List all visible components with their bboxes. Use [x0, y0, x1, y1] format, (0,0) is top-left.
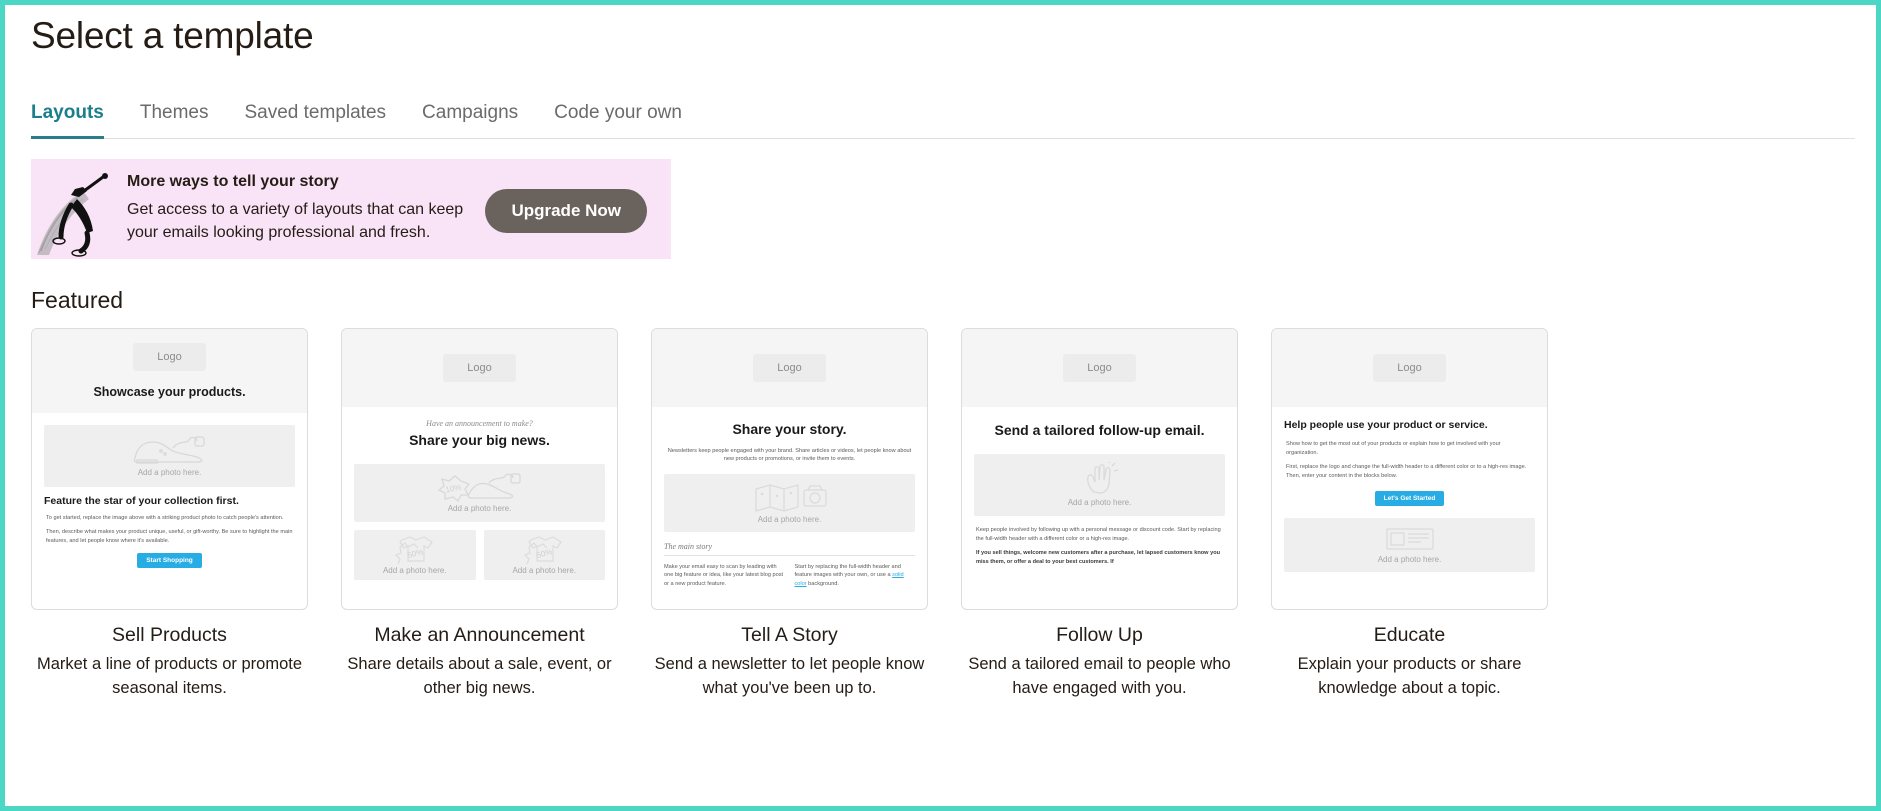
logo-placeholder: Logo — [1063, 354, 1136, 382]
page-title: Select a template — [31, 15, 314, 56]
photo-placeholder-2[interactable]: 50% Add a photo here. — [354, 529, 476, 580]
card-label: Make an Announcement — [374, 624, 585, 646]
preview-paragraph-1: Newsletters keep people engaged with you… — [667, 447, 912, 463]
shirt-50-percent-icon: 50% — [394, 536, 433, 564]
photo-caption: Add a photo here. — [137, 468, 202, 478]
upgrade-promo-banner: More ways to tell your story Get access … — [31, 159, 671, 259]
preview-body: Add a photo here. Feature the star of yo… — [32, 413, 307, 568]
logo-placeholder: Logo — [753, 354, 826, 382]
photo-caption: Add a photo here. — [1067, 498, 1132, 508]
tab-layouts[interactable]: Layouts — [31, 102, 104, 139]
preview-logo-bar: Logo — [652, 329, 927, 407]
template-picker-page: Select a template Layouts Themes Saved t… — [5, 5, 1876, 806]
photo-placeholder[interactable]: 10% Add a photo here. — [354, 463, 605, 522]
preview-headline: Share your big news. — [409, 432, 550, 448]
photo-placeholder[interactable]: Add a photo here. — [974, 453, 1225, 516]
photo-caption: Add a photo here. — [1377, 555, 1442, 565]
preview-logo-bar: Logo — [342, 329, 617, 407]
card-label: Sell Products — [112, 624, 227, 646]
preview-paragraph-2: If you sell things, welcome new customer… — [976, 550, 1221, 565]
shirt-50-percent-icon: 50% — [524, 536, 563, 564]
preview-body: Help people use your product or service.… — [1272, 419, 1547, 572]
card-description: Market a line of products or promote sea… — [36, 655, 303, 697]
template-preview-tell-a-story[interactable]: Logo Share your story. Newsletters keep … — [651, 328, 928, 610]
map-camera-icon — [754, 484, 827, 513]
caped-person-climbing-icon — [31, 159, 127, 259]
preview-paragraph-1: Keep people involved by following up wit… — [976, 526, 1221, 542]
preview-paragraph-2: First, replace the logo and change the f… — [1286, 464, 1527, 480]
template-preview-make-an-announcement[interactable]: Logo Have an announcement to make? Share… — [341, 328, 618, 610]
template-card-make-an-announcement: Logo Have an announcement to make? Share… — [341, 328, 618, 701]
preview-body-heading: Feature the star of your collection firs… — [44, 494, 239, 507]
preview-two-column-photos: 50% Add a photo here. 50% Add a photo he… — [354, 529, 605, 580]
card-description: Share details about a sale, event, or ot… — [347, 655, 612, 697]
template-preview-sell-products[interactable]: Logo Showcase your products. Add a photo… — [31, 328, 308, 610]
photo-caption-2: Add a photo here. — [382, 566, 447, 575]
preview-column-2: Start by replacing the full-width header… — [795, 563, 916, 589]
logo-placeholder: Logo — [133, 343, 206, 371]
waving-hand-icon — [1086, 462, 1118, 495]
photo-caption-3: Add a photo here. — [512, 566, 577, 575]
preview-eyebrow: Have an announcement to make? — [426, 419, 533, 428]
preview-body: Share your story. Newsletters keep peopl… — [652, 421, 927, 589]
tab-saved-templates[interactable]: Saved templates — [245, 102, 387, 139]
preview-headline: Showcase your products. — [93, 385, 246, 399]
photo-caption: Add a photo here. — [447, 504, 512, 513]
preview-column-1: Make your email easy to scan by leading … — [664, 563, 784, 588]
template-preview-follow-up[interactable]: Logo Send a tailored follow-up email. Ad… — [961, 328, 1238, 610]
lets-get-started-button[interactable]: Let's Get Started — [1374, 490, 1445, 506]
template-card-follow-up: Logo Send a tailored follow-up email. Ad… — [961, 328, 1238, 701]
preview-logo-bar: Logo — [1272, 329, 1547, 407]
tab-bar: Layouts Themes Saved templates Campaigns… — [31, 101, 1855, 139]
card-description: Send a tailored email to people who have… — [968, 655, 1231, 697]
preview-column-2-post: background. — [806, 581, 839, 588]
preview-two-column-text: Make your email easy to scan by leading … — [664, 563, 915, 589]
preview-headline: Send a tailored follow-up email. — [994, 422, 1205, 438]
tab-code-your-own[interactable]: Code your own — [554, 102, 682, 139]
upgrade-now-button[interactable]: Upgrade Now — [485, 189, 647, 233]
template-preview-educate[interactable]: Logo Help people use your product or ser… — [1271, 328, 1548, 610]
preview-body: Send a tailored follow-up email. Add a p… — [962, 421, 1237, 567]
svg-text:50%: 50% — [406, 547, 424, 560]
photo-placeholder[interactable]: Add a photo here. — [44, 424, 295, 487]
photo-placeholder[interactable]: Add a photo here. — [664, 473, 915, 532]
photo-caption: Add a photo here. — [757, 515, 822, 525]
photo-placeholder-3[interactable]: 50% Add a photo here. — [483, 529, 605, 580]
divider — [664, 554, 915, 556]
promo-description: Get access to a variety of layouts that … — [127, 201, 464, 241]
card-description: Send a newsletter to let people know wha… — [654, 655, 925, 697]
shoe-sale-icon: 10% — [437, 473, 521, 502]
preview-logo-bar: Logo — [962, 329, 1237, 407]
shoe-icon — [133, 436, 205, 464]
card-description: Explain your products or share knowledge… — [1297, 655, 1522, 697]
preview-headline: Share your story. — [732, 421, 847, 437]
logo-placeholder: Logo — [443, 354, 516, 382]
svg-text:50%: 50% — [536, 547, 554, 560]
template-card-tell-a-story: Logo Share your story. Newsletters keep … — [651, 328, 928, 701]
preview-logo-bar: Logo — [32, 329, 307, 385]
preview-body: Have an announcement to make? Share your… — [342, 419, 617, 580]
start-shopping-button[interactable]: Start Shopping — [137, 552, 202, 568]
photo-placeholder[interactable]: Add a photo here. — [1284, 517, 1535, 572]
card-label: Follow Up — [1056, 624, 1143, 646]
card-label: Educate — [1373, 624, 1446, 646]
featured-section-title: Featured — [31, 287, 124, 313]
tab-campaigns[interactable]: Campaigns — [422, 102, 518, 139]
featured-card-grid: Logo Showcase your products. Add a photo… — [31, 328, 1876, 701]
card-label: Tell A Story — [741, 624, 838, 646]
preview-headline: Help people use your product or service. — [1284, 419, 1488, 431]
preview-paragraph-1: Show how to get the most out of your pro… — [1286, 441, 1501, 456]
template-card-sell-products: Logo Showcase your products. Add a photo… — [31, 328, 308, 701]
logo-placeholder: Logo — [1373, 354, 1446, 382]
preview-column-2-pre: Start by replacing the full-width header… — [794, 563, 901, 579]
layout-grid-icon — [1385, 528, 1434, 550]
preview-paragraph-2: Then, describe what makes your product u… — [46, 529, 293, 545]
tab-themes[interactable]: Themes — [140, 102, 209, 139]
preview-section-label: The main story — [664, 541, 712, 551]
preview-paragraph-1: To get started, replace the image above … — [46, 514, 284, 521]
svg-text:10%: 10% — [444, 482, 462, 494]
template-card-educate: Logo Help people use your product or ser… — [1271, 328, 1548, 701]
